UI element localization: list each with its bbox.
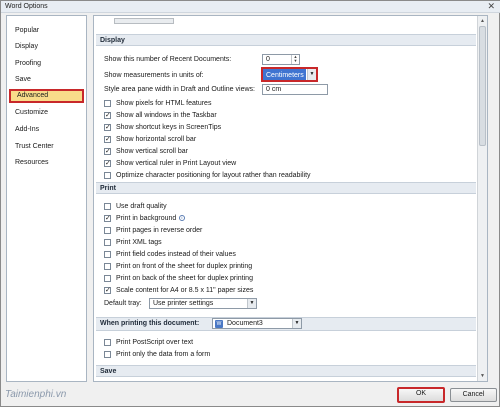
checkbox-label: Print only the data from a form xyxy=(116,351,211,358)
style-pane-value: 0 cm xyxy=(266,86,282,93)
checkbox-label: Print PostScript over text xyxy=(116,339,194,346)
checkbox[interactable] xyxy=(104,213,111,224)
chevron-down-icon[interactable]: ▼ xyxy=(307,69,316,80)
document-select[interactable]: W Document3 ▼ xyxy=(212,318,302,329)
checkbox-label: Print XML tags xyxy=(116,239,162,246)
section-display-header: Display xyxy=(96,34,476,46)
partial-button[interactable] xyxy=(114,18,174,24)
style-pane-label: Style area pane width in Draft and Outli… xyxy=(104,86,255,93)
scroll-thumb[interactable] xyxy=(479,26,486,146)
scroll-up-icon[interactable]: ▲ xyxy=(479,17,486,25)
section-title: Save xyxy=(100,368,117,375)
checkbox[interactable] xyxy=(104,146,111,157)
nav-item-customize[interactable]: Customize xyxy=(9,106,84,120)
checkbox[interactable] xyxy=(104,110,111,121)
nav-item-save[interactable]: Save xyxy=(9,73,84,87)
document-value: Document3 xyxy=(227,320,263,327)
style-pane-row: Style area pane width in Draft and Outli… xyxy=(104,84,255,95)
word-options-dialog: Word Options ✕ Popular Display Proofing … xyxy=(0,0,500,407)
scroll-down-icon[interactable]: ▼ xyxy=(479,372,486,380)
tray-label: Default tray: xyxy=(104,300,142,307)
checkbox[interactable] xyxy=(104,122,111,133)
checkbox[interactable] xyxy=(104,134,111,145)
checkbox-label: Print on back of the sheet for duplex pr… xyxy=(116,275,253,282)
nav-item-display[interactable]: Display xyxy=(9,40,84,54)
tray-value: Use printer settings xyxy=(153,300,214,307)
section-save-header: Save xyxy=(96,365,476,377)
nav-item-resources[interactable]: Resources xyxy=(9,156,84,170)
nav-item-popular[interactable]: Popular xyxy=(9,24,84,38)
checkbox[interactable] xyxy=(104,339,111,346)
ok-button[interactable]: OK xyxy=(397,387,445,403)
recent-docs-row: Show this number of Recent Documents: xyxy=(104,54,231,65)
tray-row: Default tray: xyxy=(104,298,142,309)
close-icon[interactable]: ✕ xyxy=(487,1,495,12)
checkbox-label: Show pixels for HTML features xyxy=(116,100,212,107)
checkbox[interactable] xyxy=(104,227,111,234)
section-title: When printing this document: xyxy=(100,320,200,327)
checkbox[interactable] xyxy=(104,285,111,296)
section-title: Print xyxy=(100,185,116,192)
checkbox-label: Show vertical scroll bar xyxy=(116,148,188,155)
checkbox[interactable] xyxy=(104,172,111,179)
units-value: Centimeters xyxy=(266,72,304,79)
checkbox-label: Use draft quality xyxy=(116,203,167,210)
info-icon[interactable]: i xyxy=(179,215,185,221)
checkbox[interactable] xyxy=(104,275,111,282)
nav-item-proofing[interactable]: Proofing xyxy=(9,57,84,71)
window-title: Word Options xyxy=(5,3,48,10)
checkbox-label: Print field codes instead of their value… xyxy=(116,251,236,258)
checkbox-label: Show shortcut keys in ScreenTips xyxy=(116,124,222,131)
units-select[interactable]: Centimeters ▼ xyxy=(261,67,318,82)
vertical-scrollbar[interactable]: ▲ ▼ xyxy=(477,16,487,381)
checkbox[interactable] xyxy=(104,251,111,258)
title-bar: Word Options ✕ xyxy=(1,1,500,13)
checkbox-label: Print pages in reverse order xyxy=(116,227,203,234)
word-document-icon: W xyxy=(215,320,223,328)
checkbox[interactable] xyxy=(104,100,111,107)
checkbox[interactable] xyxy=(104,203,111,210)
checkbox[interactable] xyxy=(104,158,111,169)
checkbox-label: Print on front of the sheet for duplex p… xyxy=(116,263,253,270)
section-title: Display xyxy=(100,37,125,44)
spin-arrows-icon[interactable]: ▲ ▼ xyxy=(291,55,299,64)
nav-item-trust-center[interactable]: Trust Center xyxy=(9,140,84,154)
chevron-down-icon[interactable]: ▼ xyxy=(292,319,301,328)
units-row: Show measurements in units of: xyxy=(104,70,204,81)
chevron-down-icon[interactable]: ▼ xyxy=(247,299,256,308)
nav-item-advanced[interactable]: Advanced xyxy=(9,89,84,103)
checkbox[interactable] xyxy=(104,351,111,358)
recent-docs-spinner[interactable]: 0 ▲ ▼ xyxy=(262,54,300,65)
checkbox-label: Show all windows in the Taskbar xyxy=(116,112,217,119)
checkbox[interactable] xyxy=(104,239,111,246)
checkbox-label: Print in background xyxy=(116,215,177,222)
checkbox-label: Optimize character positioning for layou… xyxy=(116,172,311,179)
checkbox-label: Scale content for A4 or 8.5 x 11" paper … xyxy=(116,287,254,294)
recent-docs-value: 0 xyxy=(266,56,270,63)
units-label: Show measurements in units of: xyxy=(104,72,204,79)
watermark-logo: Taimienphi.vn xyxy=(5,389,67,400)
section-print-header: Print xyxy=(96,182,476,194)
checkbox-label: Show horizontal scroll bar xyxy=(116,136,197,143)
style-pane-input[interactable]: 0 cm xyxy=(262,84,328,95)
nav-item-add-ins[interactable]: Add-Ins xyxy=(9,123,84,137)
tray-select[interactable]: Use printer settings ▼ xyxy=(149,298,257,309)
options-nav: Popular Display Proofing Save Advanced C… xyxy=(6,15,87,382)
cancel-button[interactable]: Cancel xyxy=(450,388,497,402)
recent-docs-label: Show this number of Recent Documents: xyxy=(104,56,232,63)
checkbox-label: Show vertical ruler in Print Layout view xyxy=(116,160,237,167)
checkbox[interactable] xyxy=(104,263,111,270)
options-content: Display Show this number of Recent Docum… xyxy=(93,15,488,382)
